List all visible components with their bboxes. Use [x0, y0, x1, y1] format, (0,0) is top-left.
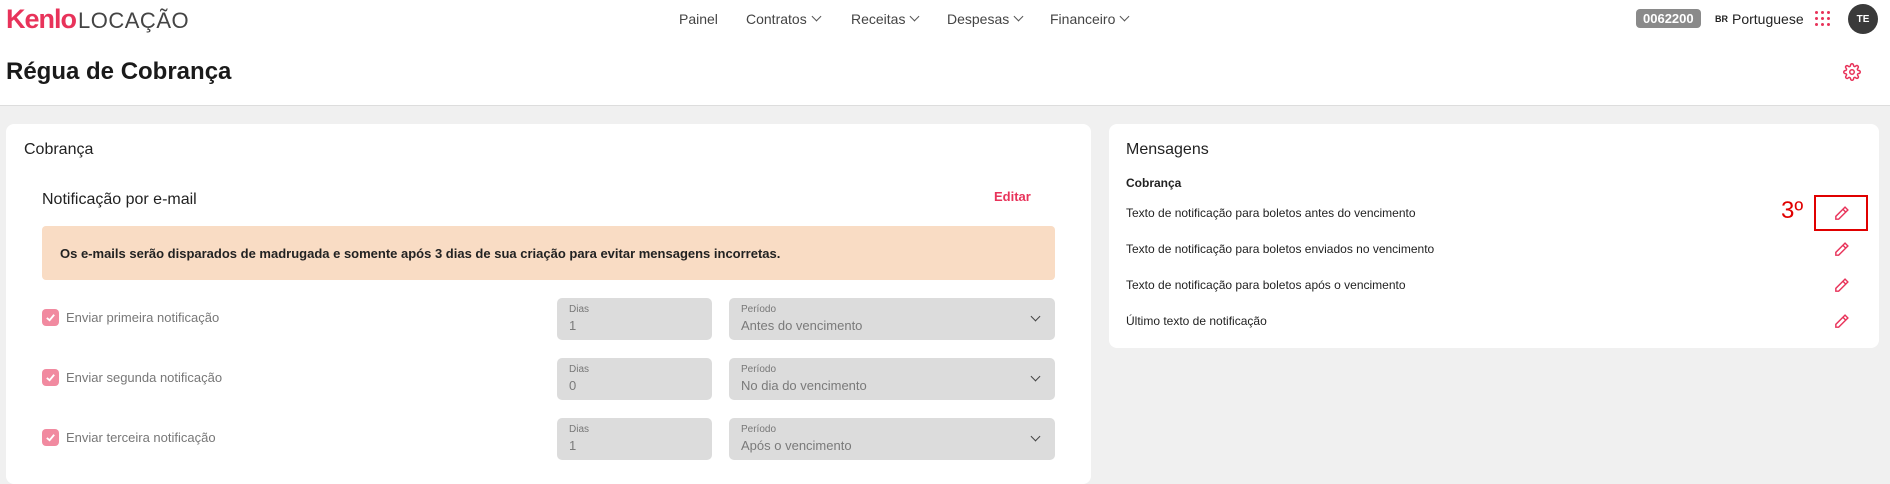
pencil-icon [1834, 241, 1849, 256]
message-item-on-due: Texto de notificação para boletos enviad… [1126, 242, 1435, 256]
second-notification-label: Enviar segunda notificação [66, 370, 223, 385]
nav-item-financeiro[interactable]: Financeiro [1050, 0, 1130, 38]
step-annotation: 3º [1781, 197, 1804, 224]
apps-grid-icon[interactable] [1815, 11, 1830, 26]
billing-card-title: Cobrança [24, 141, 94, 158]
message-item-after-due: Texto de notificação para boletos após o… [1126, 278, 1406, 292]
third-notification-label: Enviar terceira notificação [66, 430, 216, 445]
edit-message-last-button[interactable] [1814, 303, 1868, 339]
account-code-badge: 0062200 [1636, 9, 1701, 28]
days-label: Dias [569, 424, 590, 435]
nav-item-label: Painel [679, 11, 718, 27]
edit-message-on-due-button[interactable] [1814, 231, 1868, 267]
language-selector[interactable]: BR Portuguese [1715, 0, 1804, 38]
period-value: No dia do vencimento [741, 378, 867, 393]
nav-item-label: Financeiro [1050, 11, 1116, 27]
nav-item-receitas[interactable]: Receitas [851, 0, 920, 38]
first-period-select[interactable]: Período Antes do vencimento [729, 298, 1055, 340]
nav-item-label: Contratos [746, 11, 807, 27]
first-notification-label: Enviar primeira notificação [66, 310, 220, 325]
chevron-down-icon [1030, 431, 1041, 442]
pencil-icon [1834, 205, 1849, 220]
first-notification-row[interactable]: Enviar primeira notificação [42, 309, 219, 326]
edit-message-after-due-button[interactable] [1814, 267, 1868, 303]
third-days-input[interactable]: Dias 1 [557, 418, 712, 460]
second-days-input[interactable]: Dias 0 [557, 358, 712, 400]
user-avatar[interactable]: TE [1848, 4, 1878, 34]
messages-card: Mensagens Cobrança Texto de notificação … [1109, 124, 1879, 348]
edit-link[interactable]: Editar [994, 189, 1031, 204]
check-icon [46, 314, 55, 322]
alert-text: Os e-mails serão disparados de madrugada… [60, 245, 781, 261]
messages-section-title: Cobrança [1126, 176, 1182, 190]
chevron-down-icon [910, 11, 920, 21]
nav-item-label: Receitas [851, 11, 906, 27]
top-navbar: Kenlo LOCAÇÃO Painel Contratos Receitas … [0, 0, 1890, 38]
second-period-select[interactable]: Período No dia do vencimento [729, 358, 1055, 400]
period-label: Período [741, 304, 777, 315]
messages-card-title: Mensagens [1126, 141, 1209, 158]
second-notification-row[interactable]: Enviar segunda notificação [42, 369, 222, 386]
language-label: Portuguese [1732, 11, 1804, 27]
check-icon [46, 374, 55, 382]
period-value: Após o vencimento [741, 438, 852, 453]
third-period-select[interactable]: Período Após o vencimento [729, 418, 1055, 460]
nav-item-contratos[interactable]: Contratos [746, 0, 822, 38]
chevron-down-icon [1013, 11, 1024, 21]
second-notification-checkbox[interactable] [42, 369, 59, 386]
logo-subtitle: LOCAÇÃO [78, 8, 190, 33]
nav-item-despesas[interactable]: Despesas [947, 0, 1024, 38]
pencil-icon [1834, 277, 1849, 292]
period-label: Período [741, 424, 777, 435]
check-icon [46, 434, 55, 442]
third-notification-row[interactable]: Enviar terceira notificação [42, 429, 216, 446]
nav-item-painel[interactable]: Painel [679, 0, 718, 38]
days-value: 1 [569, 318, 577, 333]
first-notification-checkbox[interactable] [42, 309, 59, 326]
edit-message-before-due-button[interactable] [1814, 195, 1868, 231]
message-item-before-due: Texto de notificação para boletos antes … [1126, 206, 1416, 220]
gear-icon[interactable] [1843, 63, 1861, 81]
chevron-down-icon [1030, 311, 1041, 322]
chevron-down-icon [811, 11, 822, 21]
email-notification-title: Notificação por e-mail [42, 191, 197, 208]
email-alert-banner: Os e-mails serão disparados de madrugada… [42, 226, 1055, 280]
logo-brand: Kenlo [6, 4, 77, 34]
nav-item-label: Despesas [947, 11, 1010, 27]
days-label: Dias [569, 364, 590, 375]
chevron-down-icon [1030, 371, 1041, 382]
message-item-last: Último texto de notificação [1126, 314, 1267, 328]
days-value: 0 [569, 378, 577, 393]
billing-card: Cobrança Notificação por e-mail Editar O… [6, 124, 1091, 484]
days-value: 1 [569, 438, 577, 453]
days-label: Dias [569, 304, 590, 315]
chevron-down-icon [1119, 11, 1130, 21]
page-title: Régua de Cobrança [6, 58, 232, 85]
flag-icon: BR [1715, 14, 1728, 24]
logo[interactable]: Kenlo LOCAÇÃO [6, 4, 190, 34]
period-value: Antes do vencimento [741, 318, 863, 333]
third-notification-checkbox[interactable] [42, 429, 59, 446]
page-header: Régua de Cobrança [0, 38, 1890, 106]
first-days-input[interactable]: Dias 1 [557, 298, 712, 340]
pencil-icon [1834, 313, 1849, 328]
period-label: Período [741, 364, 777, 375]
